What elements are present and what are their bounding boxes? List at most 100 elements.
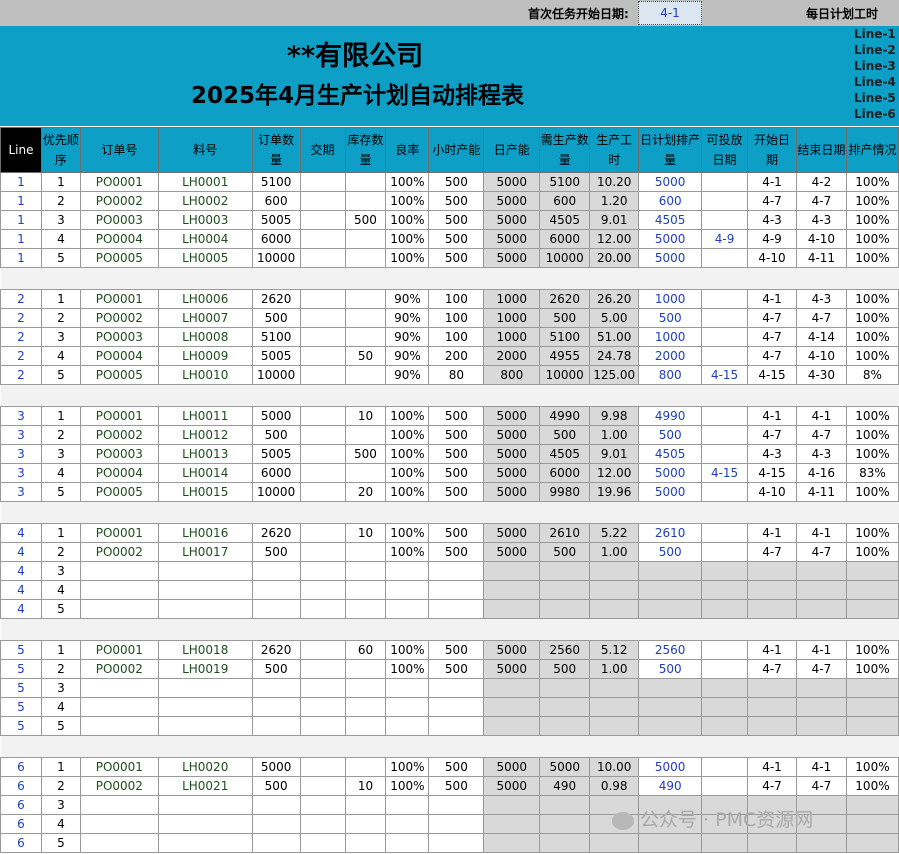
cell-work-hours[interactable]: [589, 716, 640, 736]
cell-release-date[interactable]: [701, 678, 749, 698]
cell-stock-qty[interactable]: [344, 308, 387, 328]
cell-order-qty[interactable]: [251, 697, 301, 717]
cell-order-qty[interactable]: [251, 833, 301, 853]
cell-work-hours[interactable]: 10.20: [589, 172, 640, 192]
cell-part-no[interactable]: LH0007: [157, 308, 253, 328]
cell-daily-capacity[interactable]: 5000: [483, 229, 541, 249]
cell-daily-plan-qty[interactable]: [638, 678, 703, 698]
cell-daily-plan-qty[interactable]: 5000: [638, 229, 703, 249]
cell-order-no[interactable]: PO0002: [79, 776, 159, 796]
cell-yield[interactable]: 100%: [385, 172, 430, 192]
cell-order-qty[interactable]: 500: [251, 308, 301, 328]
cell-end-date[interactable]: 4-3: [795, 210, 847, 230]
cell-required-qty[interactable]: [539, 580, 591, 600]
cell-required-qty[interactable]: [539, 814, 591, 834]
cell-work-hours[interactable]: [589, 561, 640, 581]
cell-hourly-capacity[interactable]: 100: [428, 289, 485, 309]
cell-start-date[interactable]: 4-15: [747, 463, 797, 483]
cell-order-no[interactable]: [79, 814, 159, 834]
cell-schedule-status[interactable]: 100%: [845, 659, 899, 679]
cell-release-date[interactable]: [701, 640, 749, 660]
cell-order-no[interactable]: PO0002: [79, 308, 159, 328]
cell-line[interactable]: 3: [0, 463, 42, 483]
cell-stock-qty[interactable]: 10: [344, 523, 387, 543]
cell-order-qty[interactable]: 5000: [251, 757, 301, 777]
cell-priority[interactable]: 3: [40, 561, 81, 581]
cell-hourly-capacity[interactable]: [428, 716, 485, 736]
cell-stock-qty[interactable]: 500: [344, 444, 387, 464]
cell-line[interactable]: 2: [0, 346, 42, 366]
cell-hourly-capacity[interactable]: 500: [428, 542, 485, 562]
cell-work-hours[interactable]: 10.00: [589, 757, 640, 777]
cell-order-qty[interactable]: [251, 599, 301, 619]
cell-schedule-status[interactable]: [845, 561, 899, 581]
cell-part-no[interactable]: [157, 697, 253, 717]
cell-order-no[interactable]: PO0005: [79, 365, 159, 385]
cell-due-date[interactable]: [299, 425, 346, 445]
cell-daily-capacity[interactable]: [483, 833, 541, 853]
cell-order-no[interactable]: [79, 833, 159, 853]
cell-order-no[interactable]: [79, 697, 159, 717]
cell-order-qty[interactable]: [251, 678, 301, 698]
cell-due-date[interactable]: [299, 542, 346, 562]
cell-daily-capacity[interactable]: 1000: [483, 308, 541, 328]
cell-part-no[interactable]: LH0002: [157, 191, 253, 211]
cell-due-date[interactable]: [299, 210, 346, 230]
cell-hourly-capacity[interactable]: 500: [428, 523, 485, 543]
cell-start-date[interactable]: [747, 716, 797, 736]
cell-priority[interactable]: 4: [40, 229, 81, 249]
cell-priority[interactable]: 5: [40, 833, 81, 853]
cell-stock-qty[interactable]: [344, 191, 387, 211]
cell-required-qty[interactable]: 500: [539, 308, 591, 328]
cell-line[interactable]: 5: [0, 697, 42, 717]
cell-schedule-status[interactable]: 100%: [845, 482, 899, 502]
cell-daily-plan-qty[interactable]: 490: [638, 776, 703, 796]
cell-order-qty[interactable]: 2620: [251, 640, 301, 660]
cell-release-date[interactable]: [701, 523, 749, 543]
cell-due-date[interactable]: [299, 482, 346, 502]
cell-hourly-capacity[interactable]: [428, 697, 485, 717]
cell-schedule-status[interactable]: 100%: [845, 289, 899, 309]
cell-yield[interactable]: 100%: [385, 776, 430, 796]
cell-end-date[interactable]: [795, 599, 847, 619]
cell-release-date[interactable]: [701, 289, 749, 309]
cell-end-date[interactable]: 4-3: [795, 289, 847, 309]
cell-start-date[interactable]: 4-7: [747, 425, 797, 445]
cell-daily-plan-qty[interactable]: 500: [638, 659, 703, 679]
cell-daily-capacity[interactable]: [483, 580, 541, 600]
cell-start-date[interactable]: 4-3: [747, 210, 797, 230]
cell-required-qty[interactable]: 5100: [539, 327, 591, 347]
cell-daily-capacity[interactable]: 5000: [483, 248, 541, 268]
cell-start-date[interactable]: 4-1: [747, 289, 797, 309]
cell-release-date[interactable]: [701, 482, 749, 502]
cell-part-no[interactable]: LH0009: [157, 346, 253, 366]
cell-start-date[interactable]: [747, 678, 797, 698]
cell-release-date[interactable]: [701, 248, 749, 268]
cell-stock-qty[interactable]: [344, 814, 387, 834]
cell-order-no[interactable]: [79, 678, 159, 698]
cell-priority[interactable]: 4: [40, 346, 81, 366]
cell-order-no[interactable]: PO0005: [79, 248, 159, 268]
col-header-schedule-status[interactable]: 排产情况: [845, 127, 899, 173]
cell-priority[interactable]: 2: [40, 776, 81, 796]
cell-daily-capacity[interactable]: 1000: [483, 327, 541, 347]
cell-end-date[interactable]: [795, 580, 847, 600]
cell-part-no[interactable]: LH0021: [157, 776, 253, 796]
cell-order-no[interactable]: PO0001: [79, 406, 159, 426]
cell-daily-plan-qty[interactable]: [638, 580, 703, 600]
cell-stock-qty[interactable]: [344, 172, 387, 192]
cell-work-hours[interactable]: [589, 678, 640, 698]
cell-daily-capacity[interactable]: [483, 716, 541, 736]
cell-daily-capacity[interactable]: 5000: [483, 425, 541, 445]
cell-end-date[interactable]: [795, 697, 847, 717]
cell-yield[interactable]: 90%: [385, 365, 430, 385]
cell-hourly-capacity[interactable]: 500: [428, 191, 485, 211]
cell-release-date[interactable]: [701, 561, 749, 581]
cell-part-no[interactable]: [157, 814, 253, 834]
cell-order-no[interactable]: [79, 795, 159, 815]
cell-due-date[interactable]: [299, 757, 346, 777]
col-header-daily-plan-qty[interactable]: 日计划排产量: [638, 127, 703, 173]
col-header-end-date[interactable]: 结束日期: [795, 127, 847, 173]
cell-daily-capacity[interactable]: [483, 678, 541, 698]
cell-stock-qty[interactable]: [344, 327, 387, 347]
